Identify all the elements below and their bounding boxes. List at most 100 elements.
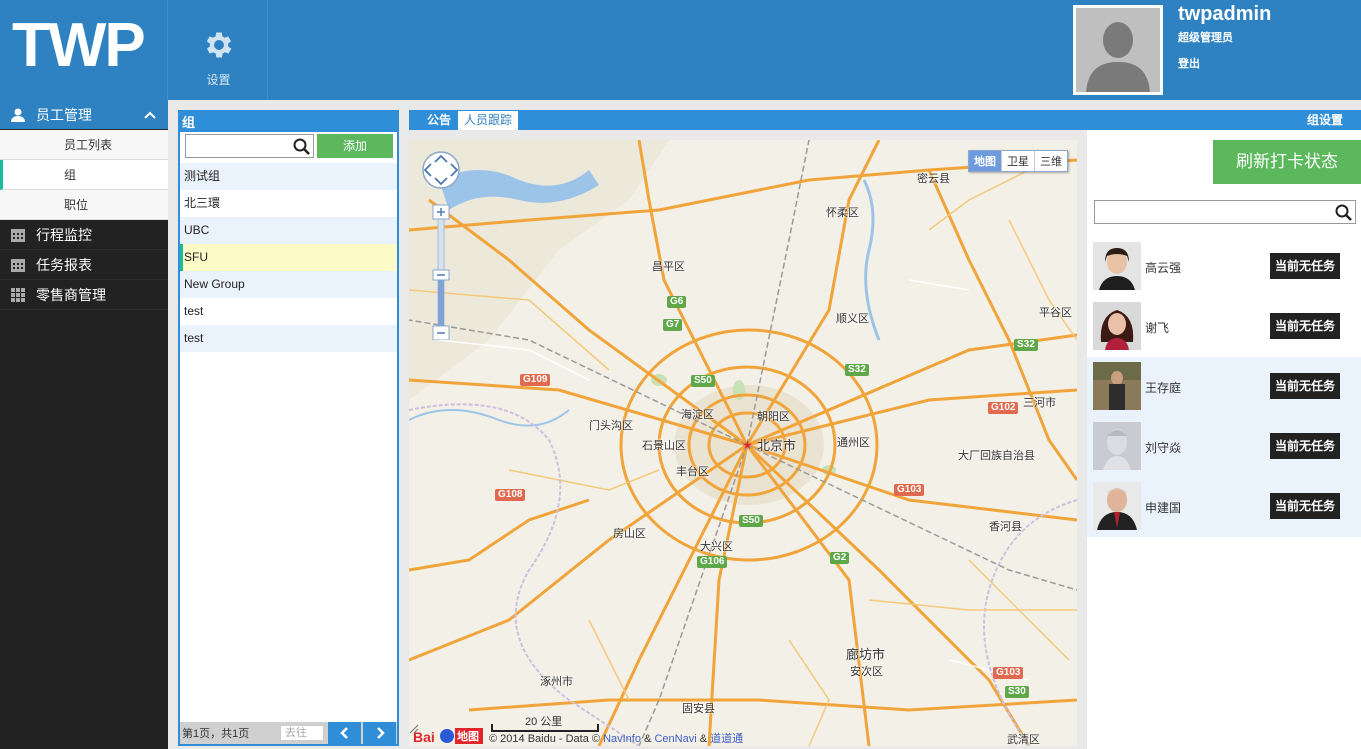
- group-row[interactable]: test: [180, 298, 397, 325]
- highway-marker: S32: [845, 364, 869, 376]
- search-icon[interactable]: [293, 138, 310, 158]
- map-label: 三河市: [1023, 397, 1056, 409]
- employee-status-panel: 刷新打卡状态 高云强 当前无任务 谢飞 当前无任务 王存庭 当前无任务 刘守焱 …: [1087, 130, 1361, 749]
- sidebar-item-label: 零售商管理: [36, 286, 106, 303]
- map-roads: ★: [409, 140, 1077, 746]
- pager-next-button[interactable]: [363, 722, 396, 744]
- scale-label: 20 公里: [525, 716, 563, 728]
- employee-row[interactable]: 王存庭 当前无任务: [1087, 357, 1361, 417]
- top-header: TWP 设置 twpadmin 超级管理员 登出: [0, 0, 1361, 100]
- sidebar-item-trip-monitor[interactable]: 行程监控: [0, 220, 168, 250]
- map-type-satellite-button[interactable]: 卫星: [1002, 151, 1035, 171]
- employee-name: 高云强: [1145, 261, 1182, 275]
- map-label: 昌平区: [652, 261, 685, 273]
- status-badge: 当前无任务: [1270, 313, 1340, 339]
- employee-name: 谢飞: [1145, 321, 1170, 335]
- employee-name: 申建国: [1145, 501, 1182, 515]
- map-attribution-bar: Bai 地图 20 公里 © 2014 Baidu - Data © NavIn…: [409, 716, 1077, 746]
- highway-marker: G102: [988, 402, 1019, 414]
- map-label: 丰台区: [676, 466, 709, 478]
- employee-row[interactable]: 刘守焱 当前无任务: [1087, 417, 1361, 477]
- group-panel: 组 添加 测试组 北三環 UBC SFU New Group test test…: [178, 110, 399, 746]
- refresh-checkin-status-button[interactable]: 刷新打卡状态: [1213, 140, 1361, 184]
- map-label: 海淀区: [681, 409, 714, 421]
- map-label: 涿州市: [540, 676, 573, 688]
- pan-control[interactable]: [422, 151, 460, 189]
- map-label: 廊坊市: [846, 647, 886, 662]
- highway-marker: G103: [894, 484, 925, 496]
- group-search-box[interactable]: [185, 134, 314, 158]
- avatar: [1076, 8, 1160, 92]
- map-logo-text: 地图: [457, 731, 479, 743]
- navinfo-link[interactable]: NavInfo: [603, 733, 641, 745]
- zoom-out-button[interactable]: [432, 325, 450, 340]
- map-type-map-button[interactable]: 地图: [969, 151, 1002, 171]
- daodao-link[interactable]: 道道通: [710, 733, 743, 745]
- employee-row[interactable]: 高云强 当前无任务: [1087, 237, 1361, 297]
- sidebar-item-label: 任务报表: [36, 256, 92, 273]
- group-row[interactable]: test: [180, 325, 397, 352]
- map-label: 安次区: [850, 666, 883, 678]
- highway-marker: S50: [691, 375, 715, 387]
- grid-icon: [0, 287, 36, 303]
- group-search-input[interactable]: [186, 135, 290, 157]
- employee-row[interactable]: 谢飞 当前无任务: [1087, 297, 1361, 357]
- sidebar-subitem-staff-list[interactable]: 员工列表: [0, 130, 168, 160]
- group-row[interactable]: New Group: [180, 271, 397, 298]
- pager-prev-button[interactable]: [328, 722, 361, 744]
- add-group-button[interactable]: 添加: [317, 134, 393, 158]
- group-row[interactable]: UBC: [180, 217, 397, 244]
- status-badge: 当前无任务: [1270, 373, 1340, 399]
- sidebar-item-staff-management[interactable]: 员工管理: [0, 100, 168, 130]
- user-avatar-card[interactable]: [1073, 5, 1163, 95]
- search-icon[interactable]: [1335, 204, 1352, 224]
- highway-marker: G106: [697, 556, 728, 568]
- chevron-right-icon: [376, 727, 385, 739]
- group-row[interactable]: SFU: [180, 244, 397, 271]
- map-label: 大兴区: [700, 541, 733, 553]
- map-label: 大厂回族自治县: [958, 450, 1035, 462]
- employee-search-input[interactable]: [1095, 201, 1331, 223]
- employee-photo: [1093, 482, 1141, 530]
- sidebar-subitem-positions[interactable]: 职位: [0, 190, 168, 220]
- employee-search-box[interactable]: [1094, 200, 1356, 224]
- sidebar-item-retailer-management[interactable]: 零售商管理: [0, 280, 168, 310]
- highway-marker: G108: [495, 489, 526, 501]
- employee-list: 高云强 当前无任务 谢飞 当前无任务 王存庭 当前无任务 刘守焱 当前无任务 申…: [1087, 237, 1361, 537]
- map-label: 顺义区: [836, 313, 869, 325]
- sidebar-item-task-report[interactable]: 任务报表: [0, 250, 168, 280]
- group-row[interactable]: 测试组: [180, 163, 397, 190]
- gear-icon: [206, 32, 232, 58]
- sidebar-item-label: 行程监控: [36, 226, 92, 243]
- logout-link[interactable]: 登出: [1178, 55, 1200, 71]
- map-view[interactable]: ★ 密云县 怀柔区 昌平区 顺义区 平谷区 三河市 海淀区 朝阳区 门头沟区 石…: [409, 140, 1077, 746]
- zoom-in-button[interactable]: [432, 204, 450, 220]
- cennavi-link[interactable]: CenNavi: [654, 733, 696, 745]
- highway-marker: G103: [993, 667, 1024, 679]
- employee-photo: [1093, 362, 1141, 410]
- map-label: 香河县: [989, 521, 1022, 533]
- highway-marker: G109: [520, 374, 551, 386]
- calendar-icon: [0, 227, 36, 243]
- group-row[interactable]: 北三環: [180, 190, 397, 217]
- tab-group-settings[interactable]: 组设置: [1301, 111, 1349, 130]
- map-label: 怀柔区: [826, 207, 859, 219]
- tab-personnel-tracking[interactable]: 人员跟踪: [458, 111, 519, 130]
- sidebar-subitem-groups[interactable]: 组: [0, 160, 168, 190]
- employee-photo: [1093, 242, 1141, 290]
- employee-row[interactable]: 申建国 当前无任务: [1087, 477, 1361, 537]
- tab-notice[interactable]: 公告: [421, 111, 457, 130]
- attribution-amp: &: [699, 733, 708, 745]
- map-type-3d-button[interactable]: 三维: [1035, 151, 1067, 171]
- zoom-handle[interactable]: [432, 269, 450, 281]
- pager-goto-input[interactable]: 去往: [280, 725, 324, 741]
- settings-label: 设置: [206, 73, 231, 87]
- status-badge: 当前无任务: [1270, 253, 1340, 279]
- chevron-up-icon: [144, 107, 156, 123]
- user-role: 超级管理员: [1178, 32, 1233, 44]
- resize-corner-icon[interactable]: [409, 724, 419, 734]
- map-label: 通州区: [837, 437, 870, 449]
- settings-nav-button[interactable]: 设置: [169, 0, 268, 100]
- highway-marker: S50: [739, 515, 763, 527]
- status-badge: 当前无任务: [1270, 433, 1340, 459]
